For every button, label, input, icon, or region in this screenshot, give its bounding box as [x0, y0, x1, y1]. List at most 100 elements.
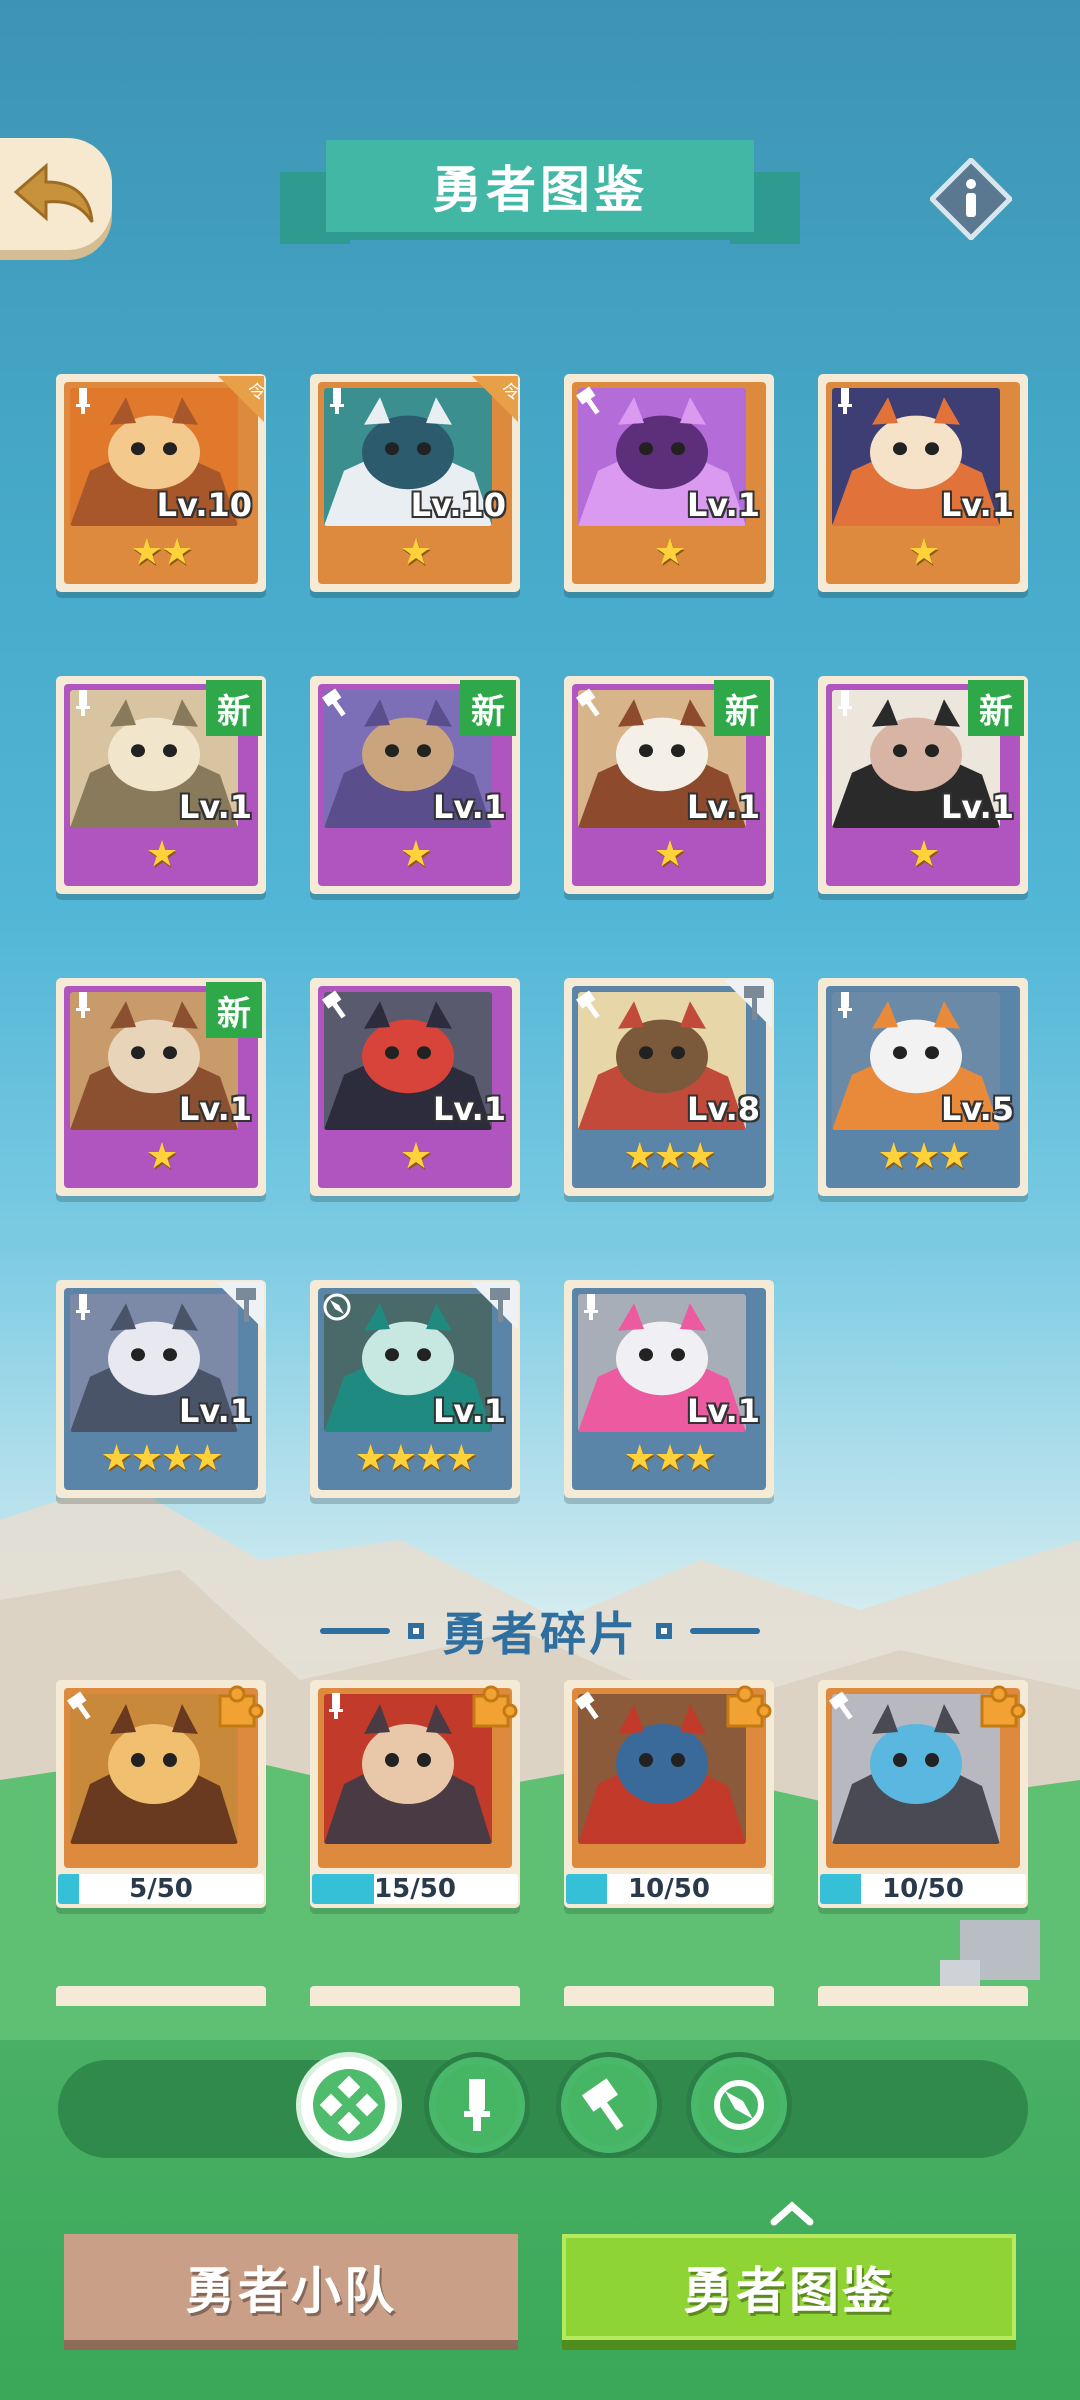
- svg-text:令: 令: [248, 382, 264, 403]
- shard-progress-text: 5/50: [129, 1874, 193, 1904]
- star-rating: ★: [399, 834, 432, 875]
- rank-icon: 令: [466, 376, 520, 428]
- hero-card[interactable]: Lv.1 ★★★★: [56, 1280, 266, 1498]
- hero-level: Lv.1: [686, 788, 760, 826]
- filter-all-button[interactable]: [296, 2052, 402, 2158]
- page-title: 勇者图鉴: [326, 140, 754, 232]
- filter-inner: [568, 2064, 650, 2146]
- star-rating: ★: [399, 1136, 432, 1177]
- rank-icon: 令: [212, 376, 266, 428]
- hammer-icon: [570, 380, 612, 422]
- upgrade-hammer-icon: [466, 1282, 518, 1334]
- shard-card-partial[interactable]: [56, 1986, 266, 2006]
- compass-icon: [714, 2080, 764, 2130]
- hammer-icon: [581, 2078, 624, 2131]
- hero-shard-card[interactable]: 5/50: [56, 1680, 266, 1908]
- shard-progress-bar: 15/50: [312, 1874, 518, 1904]
- hero-card[interactable]: Lv.5 ★★★: [818, 978, 1028, 1196]
- hero-level: Lv.1: [178, 1090, 252, 1128]
- hero-level: Lv.10: [410, 486, 506, 524]
- hero-card[interactable]: Lv.1 ★★★★: [310, 1280, 520, 1498]
- sword-icon: [824, 380, 866, 422]
- hammer-icon: [824, 1686, 864, 1726]
- hero-shard-card[interactable]: 15/50: [310, 1680, 520, 1908]
- shard-progress-text: 10/50: [882, 1874, 964, 1904]
- sword-icon: [62, 1286, 104, 1328]
- hero-card[interactable]: 新 Lv.1 ★: [564, 676, 774, 894]
- hero-level: Lv.1: [432, 1090, 506, 1128]
- filter-compass-button[interactable]: [686, 2052, 792, 2158]
- sword-icon: [62, 682, 104, 724]
- info-icon: [928, 156, 1014, 242]
- filter-hammer-button[interactable]: [556, 2052, 662, 2158]
- hero-card[interactable]: 令 Lv.10 ★★: [56, 374, 266, 592]
- sword-icon: [316, 1686, 356, 1726]
- hero-card[interactable]: Lv.1 ★: [564, 374, 774, 592]
- hammer-icon: [316, 682, 358, 724]
- star-rating: ★: [653, 834, 686, 875]
- sword-icon: [464, 2079, 490, 2131]
- svg-text:令: 令: [502, 382, 518, 403]
- star-rating: ★★★★: [100, 1438, 223, 1479]
- new-badge: 新: [460, 680, 516, 736]
- hero-level: Lv.1: [686, 486, 760, 524]
- hero-card[interactable]: 新 Lv.1 ★: [56, 978, 266, 1196]
- hero-card[interactable]: Lv.1 ★★★: [564, 1280, 774, 1498]
- shard-card-partial[interactable]: [310, 1986, 520, 2006]
- hero-card[interactable]: 新 Lv.1 ★: [310, 676, 520, 894]
- hero-level: Lv.5: [940, 1090, 1014, 1128]
- hero-level: Lv.1: [686, 1392, 760, 1430]
- sword-icon: [570, 1286, 612, 1328]
- hammer-icon: [570, 984, 612, 1026]
- filter-sword-button[interactable]: [424, 2052, 530, 2158]
- hero-card[interactable]: Lv.1 ★: [818, 374, 1028, 592]
- hero-card[interactable]: 新 Lv.1 ★: [56, 676, 266, 894]
- new-badge: 新: [206, 680, 262, 736]
- puzzle-piece-icon: [464, 1682, 518, 1736]
- new-badge: 新: [714, 680, 770, 736]
- shard-card-partial[interactable]: [564, 1986, 774, 2006]
- hero-card[interactable]: 令 Lv.10 ★: [310, 374, 520, 592]
- hero-card[interactable]: Lv.8 ★★★: [564, 978, 774, 1196]
- upgrade-hammer-icon: [720, 980, 772, 1032]
- sword-icon: [62, 984, 104, 1026]
- tab-hero-team[interactable]: 勇者小队: [64, 2234, 518, 2340]
- divider-dot: [408, 1623, 424, 1639]
- hero-card[interactable]: 新 Lv.1 ★: [818, 676, 1028, 894]
- hero-level: Lv.1: [940, 486, 1014, 524]
- upgrade-hammer-icon: [212, 1282, 264, 1334]
- shard-progress-bar: 5/50: [58, 1874, 264, 1904]
- divider-line: [320, 1628, 390, 1634]
- all-roles-icon: [313, 2069, 385, 2141]
- hammer-icon: [62, 1686, 102, 1726]
- sword-icon: [316, 380, 358, 422]
- hero-level: Lv.8: [686, 1090, 760, 1128]
- hero-shard-card[interactable]: 10/50: [564, 1680, 774, 1908]
- hero-card[interactable]: Lv.1 ★: [310, 978, 520, 1196]
- star-rating: ★: [145, 834, 178, 875]
- tab-hero-dex[interactable]: 勇者图鉴: [562, 2234, 1016, 2340]
- star-rating: ★★★★: [354, 1438, 477, 1479]
- star-rating: ★★★: [877, 1136, 971, 1177]
- hammer-icon: [570, 1686, 610, 1726]
- shard-progress-bar: 10/50: [820, 1874, 1026, 1904]
- shards-section-header: 勇者碎片: [300, 1600, 780, 1662]
- hero-level: Lv.1: [432, 1392, 506, 1430]
- shard-card-partial[interactable]: [818, 1986, 1028, 2006]
- star-rating: ★★: [130, 532, 194, 573]
- hammer-icon: [316, 984, 358, 1026]
- shard-progress-text: 10/50: [628, 1874, 710, 1904]
- divider-line: [690, 1628, 760, 1634]
- new-badge: 新: [206, 982, 262, 1038]
- hammer-icon: [570, 682, 612, 724]
- back-arrow-icon: [13, 162, 94, 223]
- back-button[interactable]: [0, 138, 112, 250]
- hero-shard-card[interactable]: 10/50: [818, 1680, 1028, 1908]
- filter-inner: [436, 2064, 518, 2146]
- info-button[interactable]: [928, 156, 1014, 242]
- title-banner: 勇者图鉴: [280, 140, 800, 258]
- star-rating: ★: [907, 532, 940, 573]
- star-rating: ★★★: [623, 1438, 717, 1479]
- shards-title: 勇者碎片: [442, 1607, 638, 1661]
- star-rating: ★: [907, 834, 940, 875]
